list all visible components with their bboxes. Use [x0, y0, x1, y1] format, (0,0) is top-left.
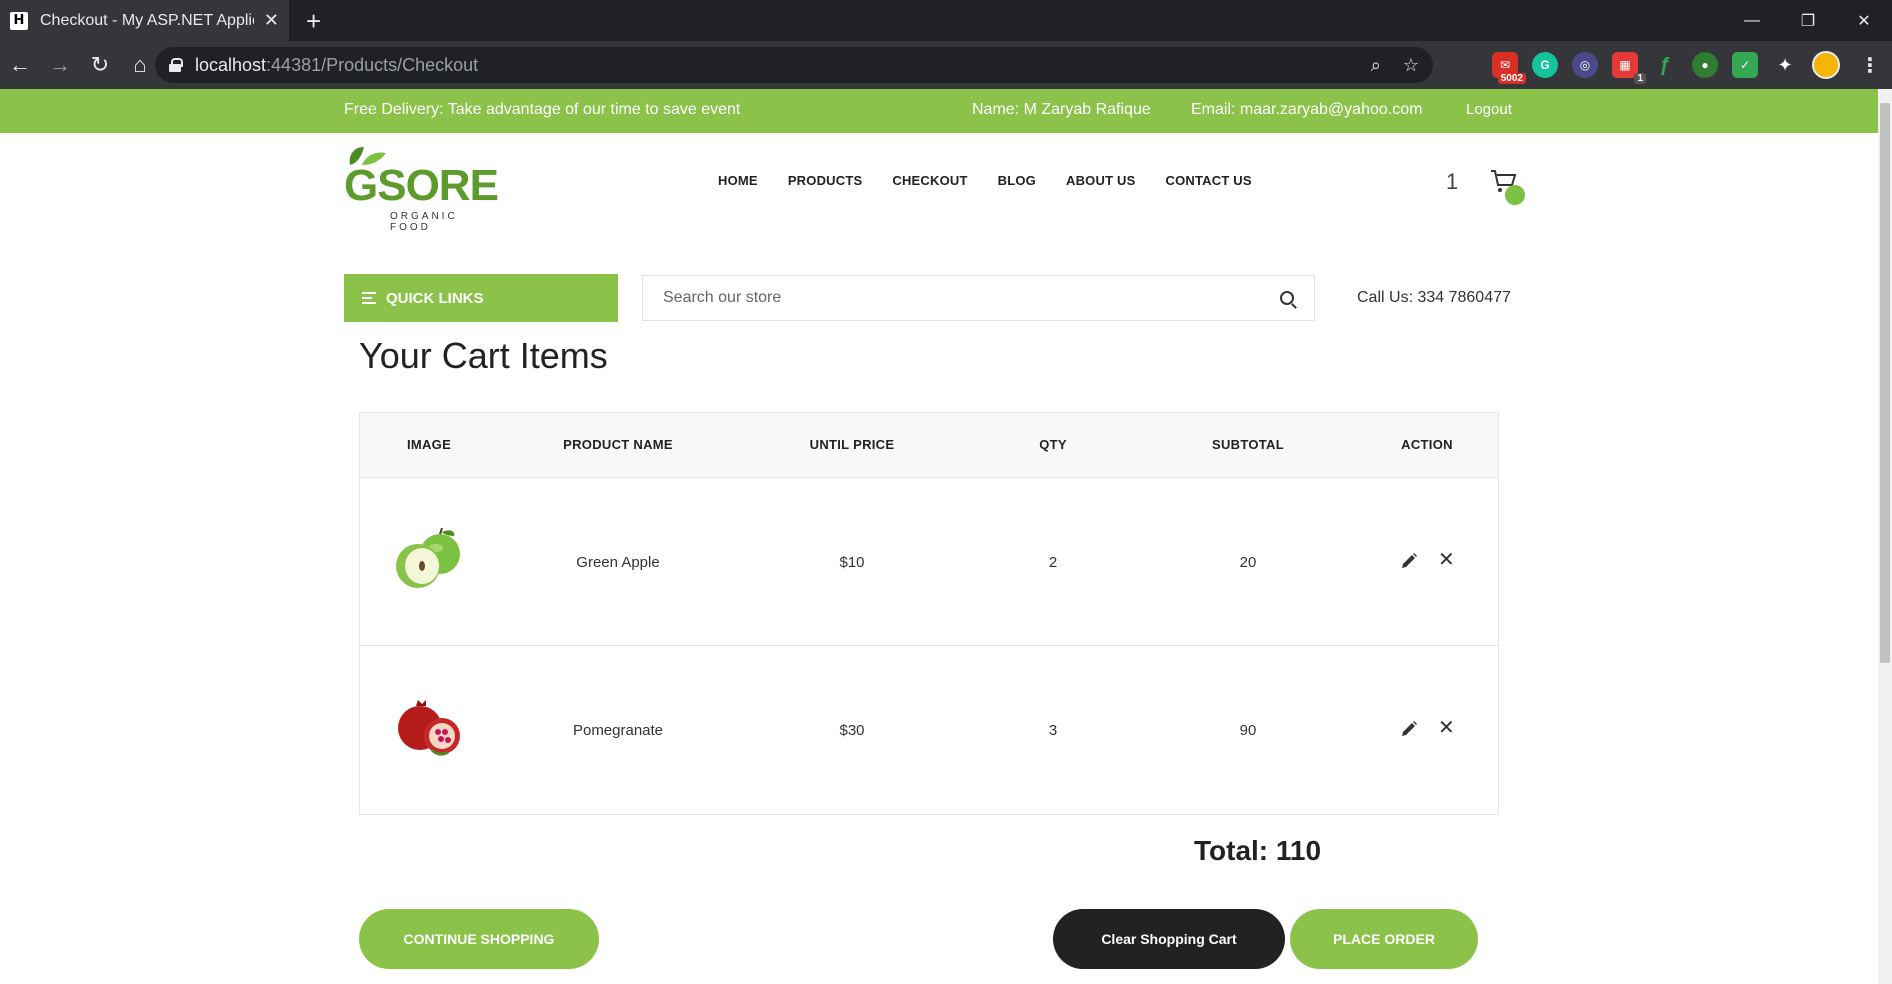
subtotal: 20: [1239, 554, 1257, 571]
browser-toolbar: ← → ↻ ⌂ localhost:44381/Products/Checkou…: [0, 41, 1892, 89]
nav-home[interactable]: HOME: [718, 173, 758, 188]
nav-checkout[interactable]: CHECKOUT: [892, 173, 967, 188]
table-header: IMAGE PRODUCT NAME UNTIL PRICE QTY SUBTO…: [360, 413, 1498, 478]
top-info-bar: Free Delivery: Take advantage of our tim…: [0, 89, 1892, 133]
remove-x-icon[interactable]: ✕: [1438, 718, 1455, 738]
cart-total: Total: 110: [1194, 835, 1322, 866]
address-bar[interactable]: localhost:44381/Products/Checkout ⌕ ☆: [155, 47, 1433, 83]
browser-tab[interactable]: H Checkout - My ASP.NET Applicati ✕: [0, 0, 289, 41]
quantity: 2: [1048, 554, 1058, 571]
unit-price: $10: [839, 554, 865, 571]
main-navigation: HOME PRODUCTS CHECKOUT BLOG ABOUT US CON…: [718, 173, 1252, 188]
header-product-name: PRODUCT NAME: [563, 437, 673, 452]
call-us-text: Call Us: 334 7860477: [1357, 289, 1511, 306]
place-order-button[interactable]: PLACE ORDER: [1290, 909, 1478, 969]
header-action: ACTION: [1401, 437, 1453, 452]
cart-indicator-dot: [1505, 185, 1525, 205]
browser-menu-icon[interactable]: ⋮: [1860, 53, 1880, 78]
search-box: [642, 275, 1315, 321]
cart-count: 1: [1446, 169, 1459, 194]
page-viewport: Free Delivery: Take advantage of our tim…: [0, 89, 1892, 984]
green-apple-image: [396, 528, 460, 588]
product-name: Pomegranate: [572, 722, 664, 739]
logo-text: GSORE: [344, 161, 499, 210]
new-tab-plus-icon[interactable]: +: [306, 6, 321, 37]
site-header: GSORE ORGANIC FOOD HOME PRODUCTS CHECKOU…: [0, 133, 1892, 259]
free-delivery-text: Free Delivery: Take advantage of our tim…: [344, 101, 741, 118]
table-row: Pomegranate $30 3 90 ✕: [360, 646, 1498, 814]
search-input[interactable]: [663, 289, 1280, 307]
nav-products[interactable]: PRODUCTS: [788, 173, 863, 188]
font-extension-icon[interactable]: ƒ: [1652, 52, 1678, 78]
cart-table: IMAGE PRODUCT NAME UNTIL PRICE QTY SUBTO…: [359, 412, 1499, 815]
header-qty: QTY: [1039, 437, 1067, 452]
tab-title: Checkout - My ASP.NET Applicati: [40, 11, 254, 29]
check-mail-extension-icon[interactable]: ✓: [1732, 52, 1758, 78]
quick-links-label: QUICK LINKS: [386, 289, 484, 307]
calendar-extension-icon[interactable]: ▦ 1: [1612, 52, 1646, 84]
mail-badge: 5002: [1497, 73, 1526, 84]
unit-price: $30: [839, 722, 865, 739]
menu-lines-icon: [362, 292, 376, 304]
remove-x-icon[interactable]: ✕: [1438, 550, 1455, 570]
site-logo[interactable]: GSORE ORGANIC FOOD: [344, 145, 504, 233]
edit-pencil-icon[interactable]: [1400, 552, 1418, 570]
nav-contact-us[interactable]: CONTACT US: [1166, 173, 1252, 188]
quick-links-button[interactable]: QUICK LINKS: [344, 274, 618, 322]
restore-icon[interactable]: ❐: [1780, 0, 1836, 41]
header-unit-price: UNTIL PRICE: [809, 437, 895, 452]
grammarly-extension-icon[interactable]: G: [1532, 52, 1558, 78]
calendar-badge: 1: [1634, 73, 1646, 84]
lock-icon[interactable]: [169, 58, 183, 72]
home-icon[interactable]: ⌂: [120, 41, 160, 89]
tab-favicon-icon: H: [10, 11, 28, 30]
url-host: localhost: [195, 54, 267, 75]
tab-close-icon[interactable]: ✕: [264, 10, 279, 31]
edit-pencil-icon[interactable]: [1400, 720, 1418, 738]
scrollbar-thumb[interactable]: [1880, 103, 1890, 663]
nav-about-us[interactable]: ABOUT US: [1066, 173, 1136, 188]
logout-link[interactable]: Logout: [1466, 101, 1512, 118]
url-path: :44381/Products/Checkout: [266, 54, 479, 75]
subtotal: 90: [1239, 722, 1257, 739]
clear-cart-button[interactable]: Clear Shopping Cart: [1053, 909, 1285, 969]
extensions-bar: ✉ 5002 G ◎ ▦ 1 ƒ ● ✓ ✦: [1492, 41, 1840, 89]
header-image: IMAGE: [406, 437, 452, 452]
search-row: QUICK LINKS Call Us: 334 7860477: [0, 259, 1892, 322]
page-scrollbar[interactable]: [1878, 89, 1892, 984]
continue-shopping-button[interactable]: CONTINUE SHOPPING: [359, 909, 599, 969]
reload-icon[interactable]: ↻: [80, 41, 120, 89]
quantity: 3: [1048, 722, 1058, 739]
nav-blog[interactable]: BLOG: [998, 173, 1036, 188]
search-icon[interactable]: [1280, 291, 1294, 305]
color-extension-icon[interactable]: ●: [1692, 52, 1718, 78]
forward-arrow-icon[interactable]: →: [40, 41, 80, 89]
window-controls: — ❐ ✕: [1724, 0, 1892, 41]
logo-subtitle: ORGANIC FOOD: [390, 211, 458, 233]
zoom-icon[interactable]: ⌕: [1371, 55, 1381, 76]
mail-extension-icon[interactable]: ✉ 5002: [1492, 52, 1526, 84]
back-arrow-icon[interactable]: ←: [0, 41, 40, 89]
pomegranate-image: [398, 700, 460, 756]
user-email-text: Email: maar.zaryab@yahoo.com: [1191, 101, 1423, 118]
browser-tab-strip: H Checkout - My ASP.NET Applicati ✕ + — …: [0, 0, 1892, 41]
user-name-text: Name: M Zaryab Rafique: [972, 101, 1151, 118]
puzzle-extensions-icon[interactable]: ✦: [1772, 52, 1798, 78]
product-name: Green Apple: [576, 554, 660, 571]
page-title: Your Cart Items: [359, 335, 608, 376]
profile-avatar[interactable]: [1812, 51, 1840, 79]
table-row: Green Apple $10 2 20 ✕: [360, 478, 1498, 646]
window-close-icon[interactable]: ✕: [1836, 0, 1892, 41]
spy-extension-icon[interactable]: ◎: [1572, 52, 1598, 78]
minimize-icon[interactable]: —: [1724, 0, 1780, 41]
bookmark-star-icon[interactable]: ☆: [1403, 55, 1419, 76]
header-subtotal: SUBTOTAL: [1212, 437, 1284, 452]
